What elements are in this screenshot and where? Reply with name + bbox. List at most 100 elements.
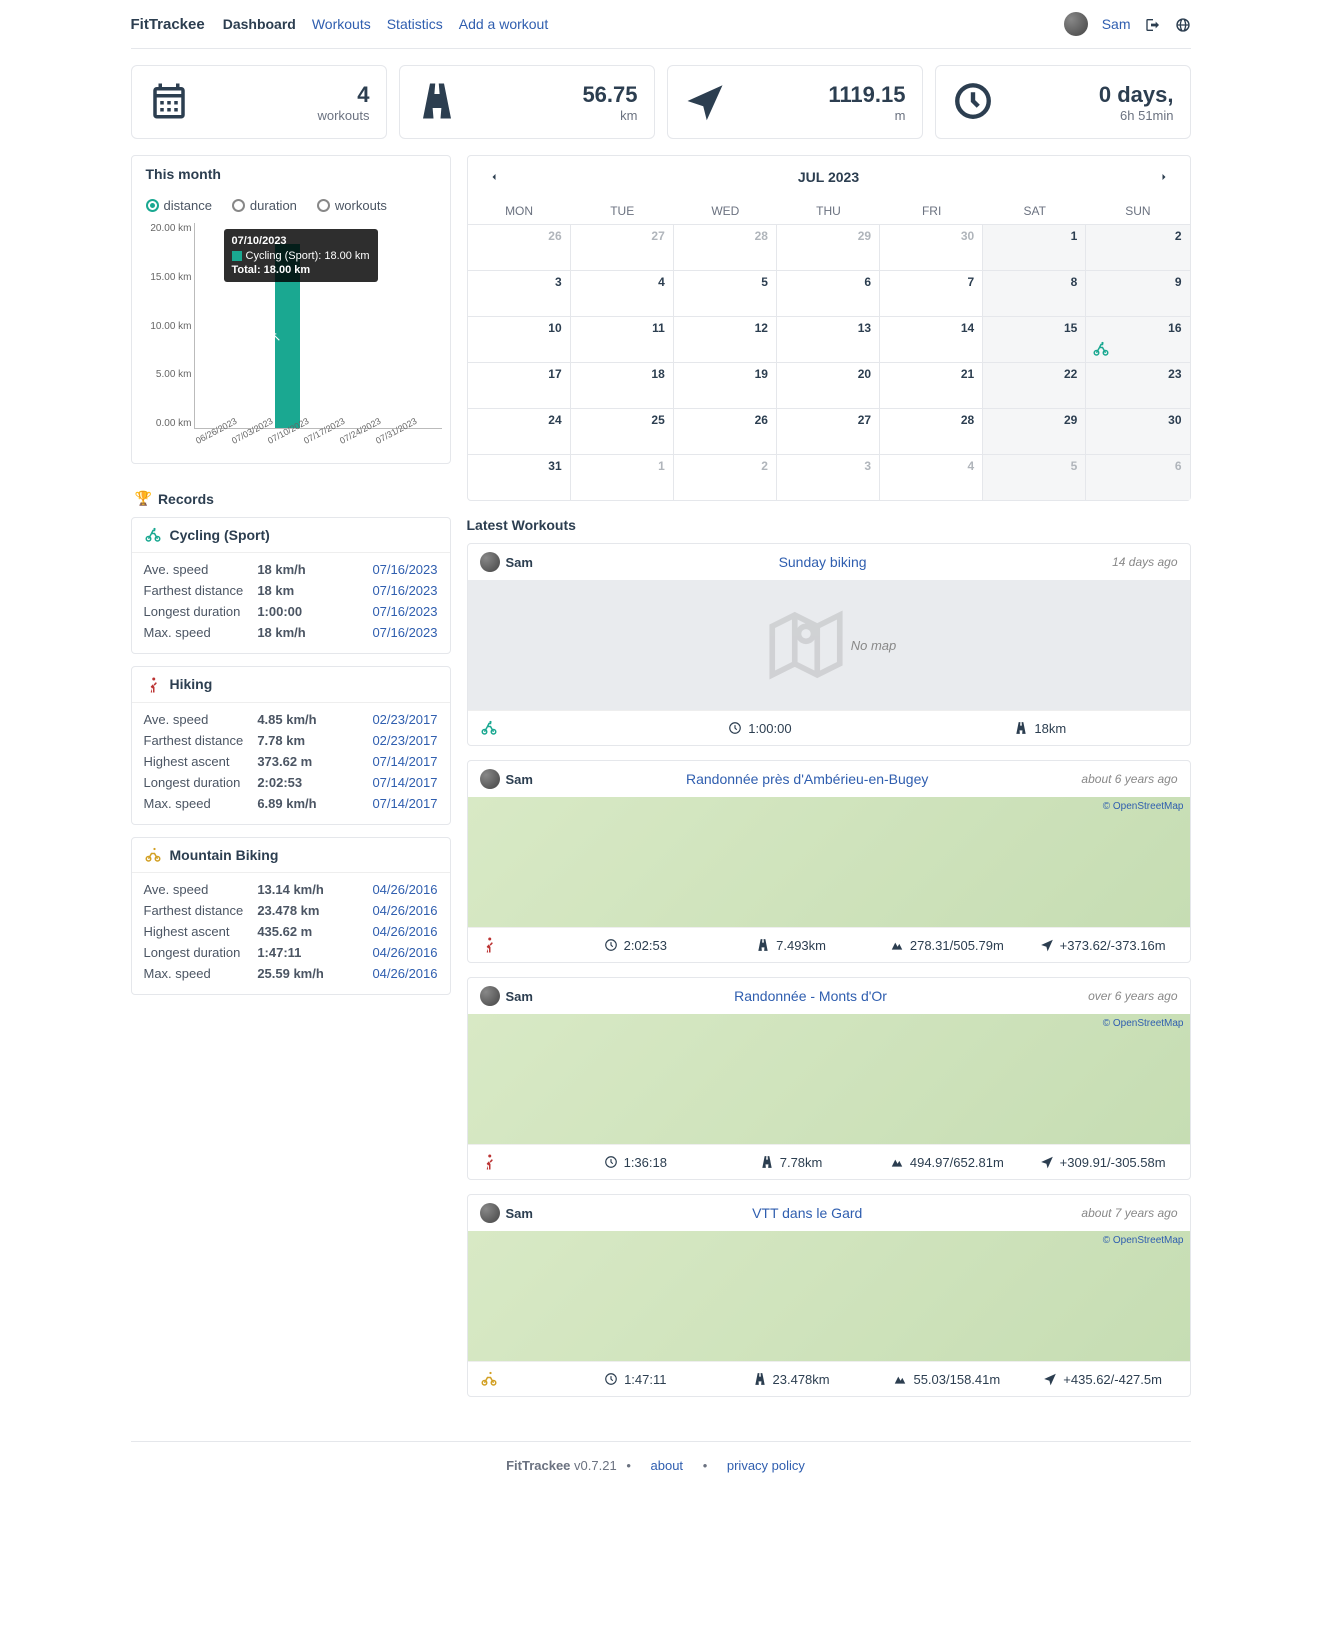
calendar-day[interactable]: 29 xyxy=(777,224,880,270)
footer-brand: FitTrackee xyxy=(506,1458,570,1473)
calendar-day[interactable]: 28 xyxy=(674,224,777,270)
record-date-link[interactable]: 04/26/2016 xyxy=(372,882,437,897)
record-date-link[interactable]: 07/14/2017 xyxy=(372,796,437,811)
calendar-day[interactable]: 17 xyxy=(468,362,571,408)
calendar-day[interactable]: 8 xyxy=(983,270,1086,316)
chart-tooltip: 07/10/2023 Cycling (Sport): 18.00 km Tot… xyxy=(224,229,378,282)
calendar-day[interactable]: 5 xyxy=(983,454,1086,500)
footer-about-link[interactable]: about xyxy=(651,1458,684,1473)
workout-title-link[interactable]: Sunday biking xyxy=(533,554,1112,570)
workout-card[interactable]: SamSunday biking14 days agoNo map 1:00:0… xyxy=(467,543,1191,746)
workout-map[interactable]: © OpenStreetMap xyxy=(468,1014,1190,1144)
workout-user[interactable]: Sam xyxy=(480,769,533,789)
workout-age: 14 days ago xyxy=(1112,555,1177,569)
calendar-day[interactable]: 11 xyxy=(571,316,674,362)
record-date-link[interactable]: 02/23/2017 xyxy=(372,712,437,727)
language-icon[interactable] xyxy=(1175,15,1191,32)
calendar-day[interactable]: 27 xyxy=(777,408,880,454)
record-row: Farthest distance23.478 km04/26/2016 xyxy=(144,900,438,921)
record-sport-header: Cycling (Sport) xyxy=(132,518,450,553)
user-menu-link[interactable]: Sam xyxy=(1102,16,1131,32)
calendar-day[interactable]: 31 xyxy=(468,454,571,500)
calendar-day[interactable]: 2 xyxy=(674,454,777,500)
record-date-link[interactable]: 04/26/2016 xyxy=(372,924,437,939)
calendar-day[interactable]: 1 xyxy=(571,454,674,500)
calendar-day[interactable]: 30 xyxy=(1086,408,1189,454)
calendar-day[interactable]: 1 xyxy=(983,224,1086,270)
workout-user[interactable]: Sam xyxy=(480,552,533,572)
workout-card[interactable]: SamRandonnée - Monts d'Orover 6 years ag… xyxy=(467,977,1191,1180)
metric-distance[interactable]: distance xyxy=(146,198,212,213)
brand[interactable]: FitTrackee xyxy=(131,16,205,33)
nav-add-workout[interactable]: Add a workout xyxy=(459,16,549,32)
calendar-day[interactable]: 18 xyxy=(571,362,674,408)
workout-user[interactable]: Sam xyxy=(480,986,533,1006)
nav-workouts[interactable]: Workouts xyxy=(312,16,371,32)
footer-privacy-link[interactable]: privacy policy xyxy=(727,1458,805,1473)
workout-map[interactable]: © OpenStreetMap xyxy=(468,797,1190,927)
calendar-day[interactable]: 7 xyxy=(880,270,983,316)
nav-dashboard[interactable]: Dashboard xyxy=(223,16,296,32)
record-date-link[interactable]: 07/16/2023 xyxy=(372,625,437,640)
stat-duration-value: 0 days, xyxy=(1099,82,1174,108)
bar-chart[interactable]: 20.00 km15.00 km10.00 km5.00 km0.00 km 0… xyxy=(132,223,450,463)
record-date-link[interactable]: 07/16/2023 xyxy=(372,604,437,619)
calendar-day[interactable]: 3 xyxy=(468,270,571,316)
calendar-day[interactable]: 20 xyxy=(777,362,880,408)
record-date-link[interactable]: 07/14/2017 xyxy=(372,754,437,769)
workout-age: over 6 years ago xyxy=(1088,989,1177,1003)
calendar-day[interactable]: 5 xyxy=(674,270,777,316)
calendar-day[interactable]: 24 xyxy=(468,408,571,454)
calendar-day[interactable]: 4 xyxy=(571,270,674,316)
calendar-day[interactable]: 26 xyxy=(468,224,571,270)
workout-map[interactable]: © OpenStreetMap xyxy=(468,1231,1190,1361)
calendar-day[interactable]: 12 xyxy=(674,316,777,362)
record-date-link[interactable]: 02/23/2017 xyxy=(372,733,437,748)
calendar-day[interactable]: 27 xyxy=(571,224,674,270)
record-date-link[interactable]: 07/16/2023 xyxy=(372,583,437,598)
workout-title-link[interactable]: Randonnée près d'Ambérieu-en-Bugey xyxy=(533,771,1081,787)
record-date-link[interactable]: 04/26/2016 xyxy=(372,945,437,960)
calendar-day[interactable]: 30 xyxy=(880,224,983,270)
user-avatar[interactable] xyxy=(1064,12,1088,36)
this-month-card: This month distance duration workouts 20… xyxy=(131,155,451,464)
calendar-day[interactable]: 2 xyxy=(1086,224,1189,270)
calendar-day[interactable]: 23 xyxy=(1086,362,1189,408)
clock-icon xyxy=(952,80,996,124)
calendar-day[interactable]: 29 xyxy=(983,408,1086,454)
workout-user[interactable]: Sam xyxy=(480,1203,533,1223)
calendar-day[interactable]: 19 xyxy=(674,362,777,408)
calendar-day[interactable]: 6 xyxy=(777,270,880,316)
calendar-day[interactable]: 26 xyxy=(674,408,777,454)
workout-card[interactable]: SamVTT dans le Gardabout 7 years ago© Op… xyxy=(467,1194,1191,1397)
logout-icon[interactable] xyxy=(1145,15,1161,32)
calendar-day[interactable]: 3 xyxy=(777,454,880,500)
calendar-day[interactable]: 15 xyxy=(983,316,1086,362)
workout-card[interactable]: SamRandonnée près d'Ambérieu-en-Bugeyabo… xyxy=(467,760,1191,963)
calendar-day[interactable]: 10 xyxy=(468,316,571,362)
calendar-prev-button[interactable] xyxy=(482,166,506,188)
record-date-link[interactable]: 07/16/2023 xyxy=(372,562,437,577)
calendar-workout-icon[interactable] xyxy=(1092,340,1110,358)
calendar-day[interactable]: 13 xyxy=(777,316,880,362)
calendar-day[interactable]: 28 xyxy=(880,408,983,454)
mtb-icon xyxy=(144,846,162,864)
metric-duration[interactable]: duration xyxy=(232,198,297,213)
hiking-icon xyxy=(480,1153,555,1171)
calendar-next-button[interactable] xyxy=(1152,166,1176,188)
calendar-day[interactable]: 4 xyxy=(880,454,983,500)
calendar-day[interactable]: 25 xyxy=(571,408,674,454)
workout-title-link[interactable]: Randonnée - Monts d'Or xyxy=(533,988,1088,1004)
record-date-link[interactable]: 07/14/2017 xyxy=(372,775,437,790)
calendar-day[interactable]: 22 xyxy=(983,362,1086,408)
record-date-link[interactable]: 04/26/2016 xyxy=(372,903,437,918)
nav-statistics[interactable]: Statistics xyxy=(387,16,443,32)
metric-workouts[interactable]: workouts xyxy=(317,198,387,213)
calendar-day[interactable]: 14 xyxy=(880,316,983,362)
calendar-day[interactable]: 16 xyxy=(1086,316,1189,362)
workout-title-link[interactable]: VTT dans le Gard xyxy=(533,1205,1081,1221)
calendar-day[interactable]: 9 xyxy=(1086,270,1189,316)
record-date-link[interactable]: 04/26/2016 xyxy=(372,966,437,981)
calendar-day[interactable]: 21 xyxy=(880,362,983,408)
calendar-day[interactable]: 6 xyxy=(1086,454,1189,500)
